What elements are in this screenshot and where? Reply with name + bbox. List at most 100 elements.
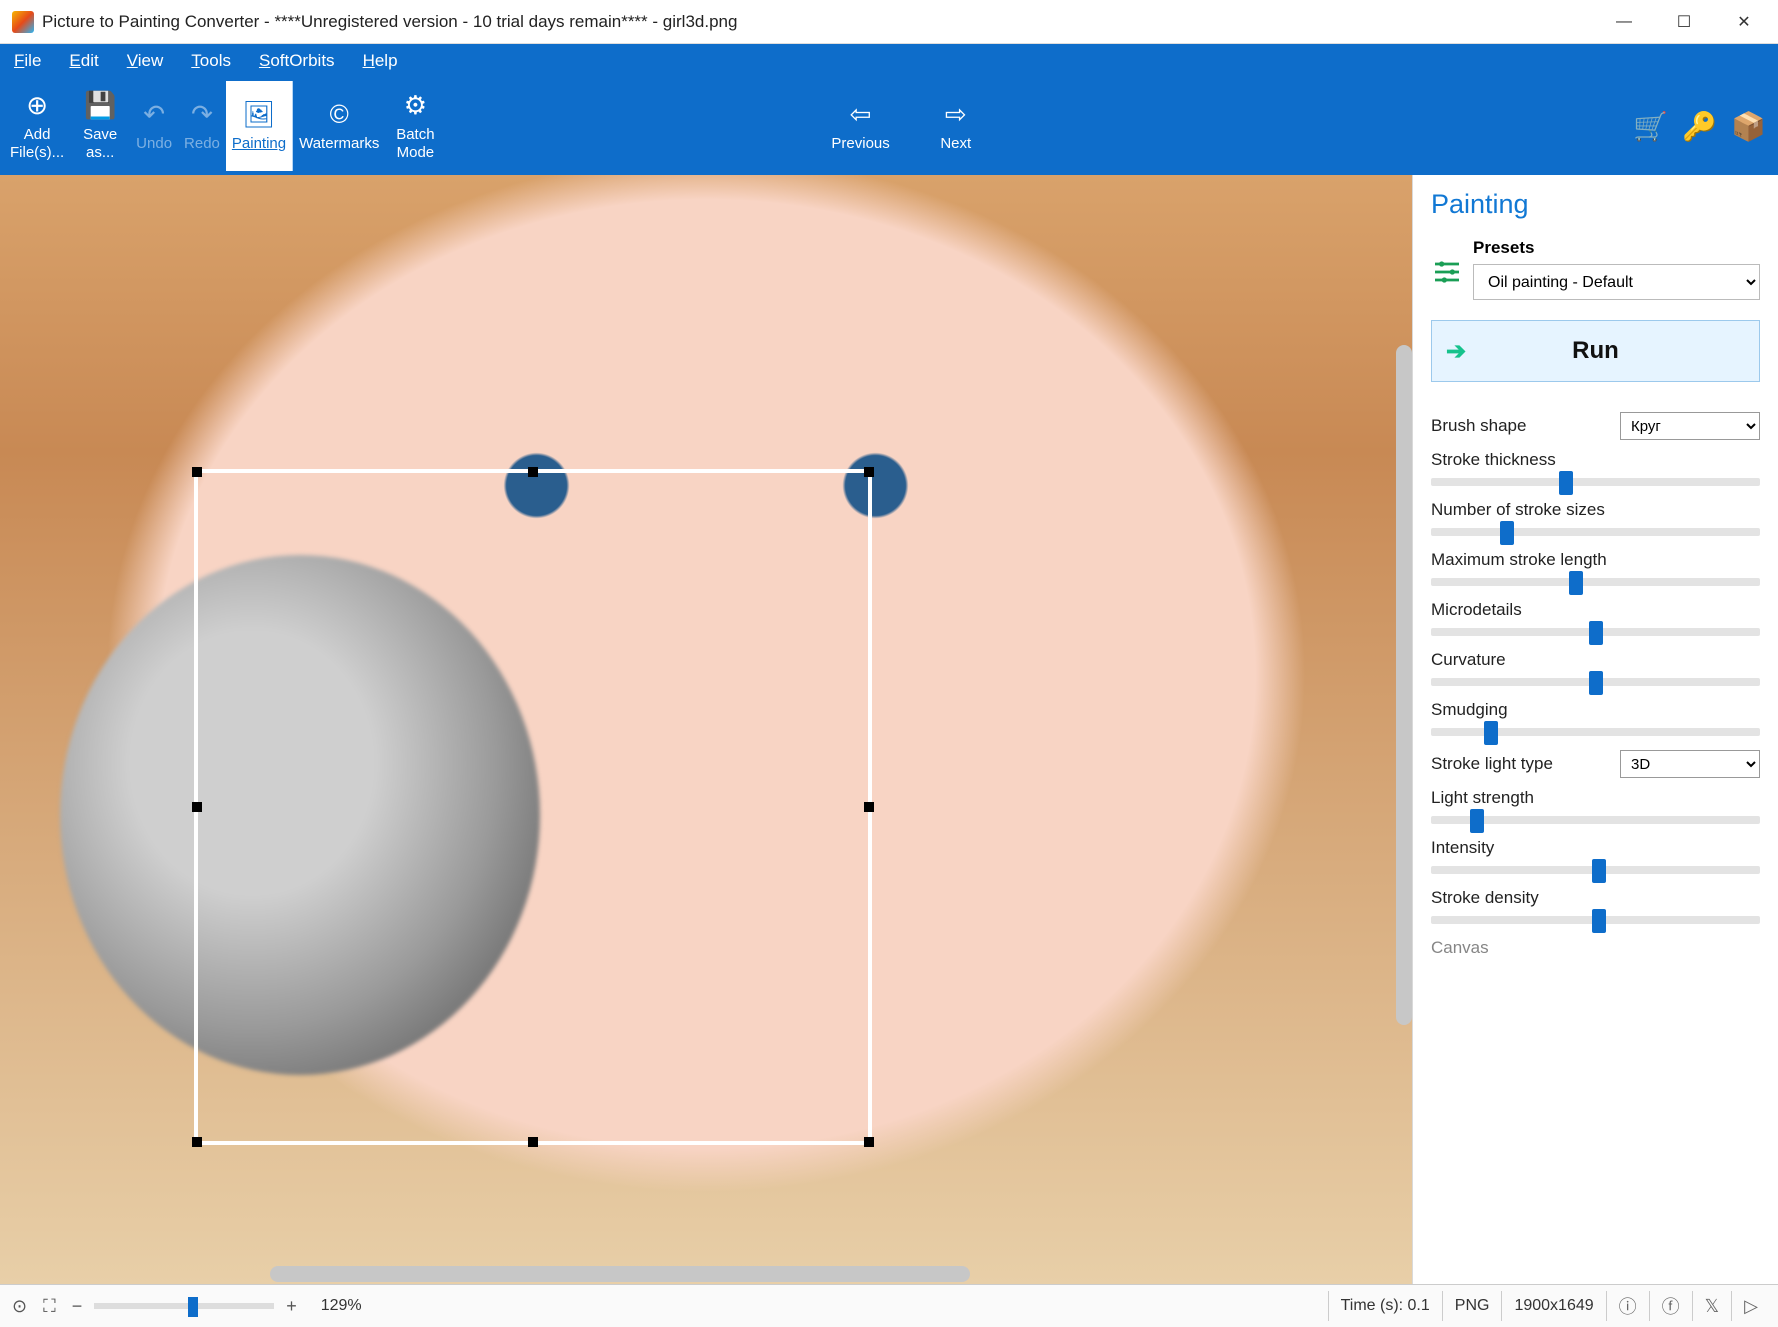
slider-label: Smudging — [1431, 700, 1760, 720]
menu-softorbits[interactable]: SoftOrbits — [253, 49, 341, 73]
light-slider-2: Stroke density — [1431, 888, 1760, 924]
batch-icon: ⚙ — [404, 89, 427, 122]
zoom-value: 129% — [321, 1297, 362, 1315]
slider-label: Number of stroke sizes — [1431, 500, 1760, 520]
presets-row: Presets Oil painting - Default — [1431, 238, 1760, 300]
zoom-in-icon[interactable]: + — [282, 1296, 301, 1317]
prev-icon: ⇦ — [850, 98, 872, 131]
menu-file[interactable]: File — [8, 49, 47, 73]
handle-sw[interactable] — [192, 1137, 202, 1147]
next-button[interactable]: ⇨ Next — [926, 81, 986, 171]
minimize-button[interactable]: ― — [1594, 2, 1654, 42]
previous-button[interactable]: ⇦ Previous — [825, 81, 895, 171]
box-icon[interactable]: 📦 — [1731, 110, 1766, 143]
zoom-100-icon[interactable]: ⊙ — [8, 1296, 31, 1317]
presets-icon — [1431, 256, 1463, 288]
undo-button[interactable]: ↶ Undo — [130, 81, 178, 171]
add-file-icon: ⊕ — [26, 89, 48, 122]
watermarks-label: Watermarks — [299, 135, 379, 154]
slider-track[interactable] — [1431, 816, 1760, 824]
stroke-light-select[interactable]: 3D — [1620, 750, 1760, 778]
close-button[interactable]: ✕ — [1714, 2, 1774, 42]
redo-icon: ↷ — [191, 98, 213, 131]
slider-track[interactable] — [1431, 578, 1760, 586]
slider-label: Intensity — [1431, 838, 1760, 858]
handle-s[interactable] — [528, 1137, 538, 1147]
selection-rectangle[interactable] — [194, 469, 872, 1145]
slider-thumb[interactable] — [1592, 859, 1606, 883]
slider-track[interactable] — [1431, 528, 1760, 536]
undo-label: Undo — [136, 135, 172, 154]
zoom-out-icon[interactable]: − — [68, 1296, 87, 1317]
handle-w[interactable] — [192, 802, 202, 812]
canvas-area[interactable] — [0, 175, 1412, 1284]
slider-thumb[interactable] — [1500, 521, 1514, 545]
youtube-icon[interactable]: ▷ — [1731, 1291, 1770, 1321]
slider-thumb[interactable] — [1592, 909, 1606, 933]
slider-track[interactable] — [1431, 478, 1760, 486]
preset-select[interactable]: Oil painting - Default — [1473, 264, 1760, 300]
menu-tools[interactable]: Tools — [185, 49, 237, 73]
vertical-scrollbar[interactable] — [1396, 345, 1412, 1025]
maximize-button[interactable]: ☐ — [1654, 2, 1714, 42]
add-files-label: Add File(s)... — [10, 126, 64, 164]
slider-label: Stroke density — [1431, 888, 1760, 908]
slider-track[interactable] — [1431, 916, 1760, 924]
brush-shape-row: Brush shape Круг — [1431, 412, 1760, 440]
handle-se[interactable] — [864, 1137, 874, 1147]
painting-label: Painting — [232, 135, 286, 154]
twitter-icon[interactable]: 𝕏 — [1692, 1291, 1732, 1321]
slider-thumb[interactable] — [1470, 809, 1484, 833]
status-format: PNG — [1442, 1291, 1502, 1321]
menu-help[interactable]: Help — [357, 49, 404, 73]
cart-icon[interactable]: 🛒 — [1633, 110, 1668, 143]
param-slider-3: Microdetails — [1431, 600, 1760, 636]
fit-screen-icon[interactable]: ⛶ — [39, 1296, 60, 1317]
ribbon-toolbar: ⊕ Add File(s)... 💾 Save as... ↶ Undo ↷ R… — [0, 77, 1778, 175]
slider-track[interactable] — [1431, 678, 1760, 686]
horizontal-scrollbar[interactable] — [270, 1266, 970, 1282]
info-icon[interactable]: ⓘ — [1606, 1291, 1649, 1321]
panel-title: Painting — [1431, 189, 1760, 220]
slider-track[interactable] — [1431, 728, 1760, 736]
handle-e[interactable] — [864, 802, 874, 812]
slider-thumb[interactable] — [1589, 671, 1603, 695]
slider-thumb[interactable] — [1559, 471, 1573, 495]
window-title: Picture to Painting Converter - ****Unre… — [42, 12, 1594, 32]
zoom-slider-thumb[interactable] — [188, 1297, 198, 1317]
presets-label: Presets — [1473, 238, 1760, 258]
handle-ne[interactable] — [864, 467, 874, 477]
slider-label: Light strength — [1431, 788, 1760, 808]
param-slider-0: Stroke thickness — [1431, 450, 1760, 486]
light-slider-0: Light strength — [1431, 788, 1760, 824]
slider-thumb[interactable] — [1589, 621, 1603, 645]
slider-label: Microdetails — [1431, 600, 1760, 620]
light-slider-1: Intensity — [1431, 838, 1760, 874]
menu-view[interactable]: View — [121, 49, 170, 73]
handle-n[interactable] — [528, 467, 538, 477]
slider-track[interactable] — [1431, 866, 1760, 874]
menu-edit[interactable]: Edit — [63, 49, 104, 73]
zoom-slider[interactable] — [94, 1303, 274, 1309]
facebook-icon[interactable]: ⓕ — [1649, 1291, 1692, 1321]
menubar: File Edit View Tools SoftOrbits Help — [0, 44, 1778, 77]
key-icon[interactable]: 🔑 — [1682, 110, 1717, 143]
batch-mode-label: Batch Mode — [396, 126, 434, 164]
painting-button[interactable]: 🖼 Painting — [226, 81, 293, 171]
watermarks-button[interactable]: © Watermarks — [293, 81, 385, 171]
slider-thumb[interactable] — [1484, 721, 1498, 745]
batch-mode-button[interactable]: ⚙ Batch Mode — [385, 81, 445, 171]
slider-thumb[interactable] — [1569, 571, 1583, 595]
brush-shape-select[interactable]: Круг — [1620, 412, 1760, 440]
run-label: Run — [1572, 337, 1619, 365]
add-files-button[interactable]: ⊕ Add File(s)... — [4, 81, 70, 171]
slider-track[interactable] — [1431, 628, 1760, 636]
brush-shape-label: Brush shape — [1431, 416, 1526, 436]
param-slider-1: Number of stroke sizes — [1431, 500, 1760, 536]
save-as-button[interactable]: 💾 Save as... — [70, 81, 130, 171]
run-button[interactable]: ➔ Run — [1431, 320, 1760, 382]
redo-button[interactable]: ↷ Redo — [178, 81, 226, 171]
app-icon — [12, 11, 34, 33]
handle-nw[interactable] — [192, 467, 202, 477]
slider-label: Maximum stroke length — [1431, 550, 1760, 570]
